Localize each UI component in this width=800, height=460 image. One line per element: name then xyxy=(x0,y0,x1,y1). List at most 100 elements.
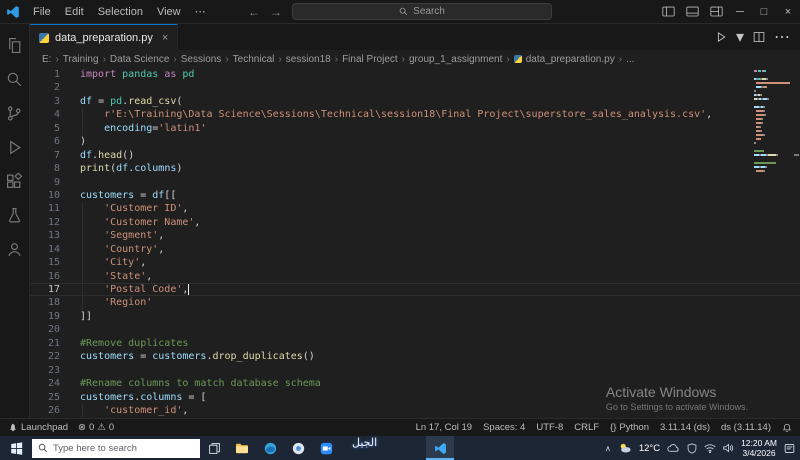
code-line-10[interactable]: 10 customers = df[[ xyxy=(30,189,800,202)
close-button[interactable]: × xyxy=(776,0,800,23)
breadcrumb-item[interactable]: ... xyxy=(626,54,634,65)
eol-sequence[interactable]: CRLF xyxy=(574,422,599,433)
menu-view[interactable]: View xyxy=(150,6,188,18)
code-line-4[interactable]: 4 r'E:\Training\Data Science\Sessions\Te… xyxy=(30,108,800,122)
vscode-taskbar-icon[interactable] xyxy=(426,436,454,460)
task-view-icon[interactable] xyxy=(200,436,228,460)
breadcrumb-item[interactable]: E: xyxy=(42,54,51,65)
code-line-7[interactable]: 7 df.head() xyxy=(30,149,800,162)
weather-temp[interactable]: 12°C xyxy=(639,443,660,454)
language-icon: {} xyxy=(610,422,617,433)
source-control-icon[interactable] xyxy=(0,98,30,128)
command-center-search[interactable]: Search xyxy=(292,3,552,20)
problems-item[interactable]: ⊗ 0 ⚠ 0 xyxy=(78,422,114,433)
code-line-18[interactable]: 18 'Region' xyxy=(30,296,800,310)
language-mode[interactable]: {} Python xyxy=(610,422,649,433)
line-number: 18 xyxy=(47,297,60,309)
code-line-21[interactable]: 21 #Remove duplicates xyxy=(30,337,800,350)
taskbar-clock[interactable]: 12:20 AM 3/4/2026 xyxy=(741,438,777,458)
testing-icon[interactable] xyxy=(0,200,30,230)
windows-taskbar: ∧ 12°C 12:20 AM 3/4/2026 xyxy=(0,436,800,460)
zoom-icon[interactable] xyxy=(312,436,340,460)
customize-layout-icon[interactable] xyxy=(704,0,728,23)
conda-env[interactable]: ds (3.11.14) xyxy=(721,422,771,433)
code-line-23[interactable]: 23 xyxy=(30,364,800,377)
code-line-16[interactable]: 16 'State', xyxy=(30,269,800,283)
code-line-12[interactable]: 12 'Customer Name', xyxy=(30,215,800,230)
notifications-bell-icon[interactable] xyxy=(782,423,792,433)
code-line-13[interactable]: 13 'Segment', xyxy=(30,229,800,243)
wifi-icon[interactable] xyxy=(704,443,716,453)
breadcrumb-separator: › xyxy=(278,53,282,65)
weather-icon[interactable] xyxy=(618,442,632,454)
toggle-sidebar-icon[interactable] xyxy=(656,0,680,23)
taskbar-search-input[interactable] xyxy=(53,442,183,454)
tab-data-preparation[interactable]: data_preparation.py × xyxy=(30,24,179,50)
indentation[interactable]: Spaces: 4 xyxy=(483,422,525,433)
minimize-button[interactable]: ─ xyxy=(728,0,752,23)
editor-scrollbar[interactable] xyxy=(792,68,800,418)
code-line-5[interactable]: 5 encoding='latin1' xyxy=(30,121,800,136)
search-icon[interactable] xyxy=(0,64,30,94)
browser-icon[interactable] xyxy=(284,436,312,460)
breadcrumb-item[interactable]: group_1_assignment xyxy=(409,54,502,65)
nav-forward-icon[interactable]: → xyxy=(270,5,282,19)
code-line-20[interactable]: 20 xyxy=(30,323,800,336)
tray-expand-icon[interactable]: ∧ xyxy=(605,444,611,453)
menu-more[interactable]: ⋯ xyxy=(188,5,213,18)
code-editor[interactable]: 1 import pandas as pd 2 3 df = pd.read_csv(4… xyxy=(30,68,800,418)
edge-browser-icon[interactable] xyxy=(256,436,284,460)
breadcrumb-item[interactable]: Data Science xyxy=(110,54,169,65)
code-line-8[interactable]: 8 print(df.columns) xyxy=(30,162,800,175)
clock-date: 3/4/2026 xyxy=(742,448,776,458)
breadcrumb-item[interactable]: session18 xyxy=(286,54,331,65)
encoding[interactable]: UTF-8 xyxy=(536,422,563,433)
tab-close-icon[interactable]: × xyxy=(162,32,168,44)
python-interpreter[interactable]: 3.11.14 (ds) xyxy=(660,422,710,433)
taskbar-search[interactable] xyxy=(32,438,200,458)
account-icon[interactable] xyxy=(0,234,30,264)
minimap[interactable] xyxy=(754,70,790,174)
more-actions-icon[interactable]: ⋯ xyxy=(774,27,790,47)
code-line-24[interactable]: 24 #Rename columns to match database sche… xyxy=(30,377,800,390)
code-line-25[interactable]: 25 customers.columns = [ xyxy=(30,391,800,404)
cursor-position[interactable]: Ln 17, Col 19 xyxy=(416,422,473,433)
breadcrumb-item[interactable]: Sessions xyxy=(181,54,222,65)
code-line-6[interactable]: 6) xyxy=(30,135,800,148)
breadcrumb-item[interactable]: Training xyxy=(63,54,99,65)
split-editor-icon[interactable] xyxy=(753,31,765,43)
nav-back-icon[interactable]: ← xyxy=(248,5,260,19)
code-line-17[interactable]: 17 'Postal Code', xyxy=(30,283,800,297)
start-button[interactable] xyxy=(0,436,32,460)
extensions-icon[interactable] xyxy=(0,166,30,196)
code-line-1[interactable]: 1 import pandas as pd xyxy=(30,68,800,81)
code-line-11[interactable]: 11 'Customer ID', xyxy=(30,202,800,216)
code-line-14[interactable]: 14 'Country', xyxy=(30,242,800,257)
breadcrumb-item[interactable]: Final Project xyxy=(342,54,398,65)
maximize-button[interactable]: □ xyxy=(752,0,776,23)
run-python-file-icon[interactable] xyxy=(715,31,727,43)
code-line-3[interactable]: 3 df = pd.read_csv( xyxy=(30,95,800,108)
security-shield-icon[interactable] xyxy=(687,442,697,454)
run-debug-icon[interactable] xyxy=(0,132,30,162)
code-line-2[interactable]: 2 xyxy=(30,81,800,94)
code-line-15[interactable]: 15 'City', xyxy=(30,256,800,270)
menu-selection[interactable]: Selection xyxy=(91,6,150,18)
breadcrumb-item[interactable]: Technical xyxy=(233,54,275,65)
onedrive-cloud-icon[interactable] xyxy=(667,443,680,453)
run-dropdown-icon[interactable]: ▾ xyxy=(736,27,744,47)
menu-edit[interactable]: Edit xyxy=(58,6,91,18)
code-line-9[interactable]: 9 xyxy=(30,176,800,189)
tab-label: data_preparation.py xyxy=(55,31,153,44)
breadcrumb-item[interactable]: data_preparation.py xyxy=(513,54,615,65)
file-explorer-icon[interactable] xyxy=(228,436,256,460)
explorer-icon[interactable] xyxy=(0,30,30,60)
code-line-22[interactable]: 22 customers = customers.drop_duplicates(… xyxy=(30,350,800,363)
volume-icon[interactable] xyxy=(723,443,734,453)
action-center-icon[interactable] xyxy=(784,443,795,454)
toggle-panel-icon[interactable] xyxy=(680,0,704,23)
code-line-26[interactable]: 26 'customer_id', xyxy=(30,403,800,418)
code-line-19[interactable]: 19]] xyxy=(30,310,800,323)
menu-file[interactable]: File xyxy=(26,6,58,18)
launchpad-item[interactable]: Launchpad xyxy=(8,422,68,433)
